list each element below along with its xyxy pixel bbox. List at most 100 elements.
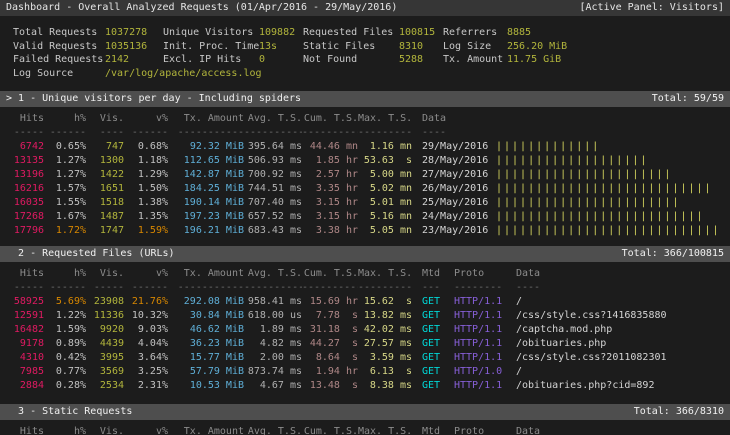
col-hpct: h% bbox=[44, 112, 86, 126]
bar-chart: |||||||||||||||||||||| bbox=[490, 168, 730, 182]
col-avg: 2.00 ms bbox=[244, 351, 302, 365]
table-row[interactable]: 131351.27%13001.18%112.65 MiB506.93 ms1.… bbox=[8, 154, 730, 168]
col-hpct: 1.67% bbox=[44, 210, 86, 224]
col-vis: 1747 bbox=[86, 224, 124, 238]
goaccess-dashboard: Dashboard - Overall Analyzed Requests (0… bbox=[0, 0, 730, 435]
col-hpct: 0.42% bbox=[44, 351, 86, 365]
summary-value: 5288 bbox=[399, 53, 443, 67]
col-hpct: ------ bbox=[44, 126, 86, 140]
table-row[interactable]: 91780.89%44394.04%36.23 MiB4.82 ms44.27 … bbox=[8, 337, 730, 351]
col-max: ---------- bbox=[358, 281, 412, 295]
panel-header-requested-files[interactable]: 2 - Requested Files (URLs) Total: 366/10… bbox=[0, 246, 730, 262]
summary-value: 0 bbox=[259, 53, 303, 67]
col-proto: HTTP/1.0 bbox=[448, 365, 506, 379]
col-cum: Cum. T.S. bbox=[302, 267, 358, 281]
col-proto: Proto bbox=[448, 425, 506, 435]
table-row[interactable]: 79850.77%35693.25%57.79 MiB873.74 ms1.94… bbox=[8, 365, 730, 379]
static-requests-table: Hitsh%Vis.v%Tx. AmountAvg. T.S.Cum. T.S.… bbox=[0, 420, 730, 435]
table-row[interactable]: 28840.28%25342.31%10.53 MiB4.67 ms13.48 … bbox=[8, 379, 730, 393]
col-max: 5.01 mn bbox=[358, 196, 412, 210]
col-vis: Vis. bbox=[86, 425, 124, 435]
col-data: /css/style.css?1416835880 bbox=[506, 309, 730, 323]
col-vis: Vis. bbox=[86, 267, 124, 281]
col-hits: 7985 bbox=[8, 365, 44, 379]
table-row[interactable]: 177961.72%17471.59%196.21 MiB683.43 ms3.… bbox=[8, 224, 730, 238]
col-hits: 16216 bbox=[8, 182, 44, 196]
unique-visitors-per-day-header-underline: ----------------------------------------… bbox=[8, 126, 730, 140]
panel-header-unique-visitors[interactable]: > 1 - Unique visitors per day - Includin… bbox=[0, 91, 730, 107]
col-max: 5.05 mn bbox=[358, 224, 412, 238]
summary-value: 8885 bbox=[507, 26, 730, 40]
summary-label: Static Files bbox=[303, 40, 399, 54]
col-data: ---- bbox=[412, 126, 490, 140]
col-tx: 196.21 MiB bbox=[168, 224, 244, 238]
col-avg: ---------- bbox=[244, 281, 302, 295]
col-mtd: GET bbox=[412, 323, 448, 337]
col-vpct: v% bbox=[124, 267, 168, 281]
col-proto: HTTP/1.1 bbox=[448, 323, 506, 337]
summary-value: 100815 bbox=[399, 26, 443, 40]
col-tx: 15.77 MiB bbox=[168, 351, 244, 365]
panel-total: Total: 59/59 bbox=[652, 91, 724, 107]
table-row[interactable]: 160351.55%15181.38%190.14 MiB707.40 ms3.… bbox=[8, 196, 730, 210]
table-row[interactable]: 131961.27%14221.29%142.87 MiB700.92 ms2.… bbox=[8, 168, 730, 182]
col-tx: ----------- bbox=[168, 281, 244, 295]
col-cum: 13.48 s bbox=[302, 379, 358, 393]
col-tx: 292.08 MiB bbox=[168, 295, 244, 309]
table-row[interactable]: 589255.69%2390821.76%292.08 MiB958.41 ms… bbox=[8, 295, 730, 309]
col-avg: 683.43 ms bbox=[244, 224, 302, 238]
requested-files-table: Hitsh%Vis.v%Tx. AmountAvg. T.S.Cum. T.S.… bbox=[0, 262, 730, 393]
col-hits: 4310 bbox=[8, 351, 44, 365]
col-vis: 9920 bbox=[86, 323, 124, 337]
summary-value: 13s bbox=[259, 40, 303, 54]
col-vpct: 3.25% bbox=[124, 365, 168, 379]
table-row[interactable]: 43100.42%39953.64%15.77 MiB2.00 ms8.64 s… bbox=[8, 351, 730, 365]
col-tx: Tx. Amount bbox=[168, 425, 244, 435]
col-vpct: 1.38% bbox=[124, 196, 168, 210]
col-hits: 9178 bbox=[8, 337, 44, 351]
col-cum: 3.15 hr bbox=[302, 196, 358, 210]
requested-files-column-headers: Hitsh%Vis.v%Tx. AmountAvg. T.S.Cum. T.S.… bbox=[8, 267, 730, 281]
col-data: /captcha.mod.php bbox=[506, 323, 730, 337]
col-cum: ---------- bbox=[302, 126, 358, 140]
col-vpct: 3.64% bbox=[124, 351, 168, 365]
col-tx: Tx. Amount bbox=[168, 267, 244, 281]
col-tx: Tx. Amount bbox=[168, 112, 244, 126]
col-vpct: ------ bbox=[124, 281, 168, 295]
col-data: Data bbox=[506, 425, 730, 435]
col-avg: ---------- bbox=[244, 126, 302, 140]
col-proto: HTTP/1.1 bbox=[448, 295, 506, 309]
col-vpct: 2.31% bbox=[124, 379, 168, 393]
col-cum: 3.15 hr bbox=[302, 210, 358, 224]
table-row[interactable]: 125911.22%1133610.32%30.84 MiB618.00 us7… bbox=[8, 309, 730, 323]
col-data: / bbox=[506, 295, 730, 309]
col-cum: ---------- bbox=[302, 281, 358, 295]
col-mtd: GET bbox=[412, 337, 448, 351]
table-row[interactable]: 172681.67%14871.35%197.23 MiB657.52 ms3.… bbox=[8, 210, 730, 224]
col-cum: 8.64 s bbox=[302, 351, 358, 365]
panel-header-static-requests[interactable]: 3 - Static Requests Total: 366/8310 bbox=[0, 404, 730, 420]
bar-chart: ||||||||||||||||||| bbox=[490, 154, 730, 168]
summary-value: 8310 bbox=[399, 40, 443, 54]
col-hits: 13196 bbox=[8, 168, 44, 182]
summary-value: /var/log/apache/access.log bbox=[105, 67, 163, 81]
col-max: 15.62 s bbox=[358, 295, 412, 309]
col-max: 13.82 ms bbox=[358, 309, 412, 323]
table-row[interactable]: 67420.65%7470.68%92.32 MiB395.64 ms44.46… bbox=[8, 140, 730, 154]
table-row[interactable]: 164821.59%99209.03%46.62 MiB1.89 ms31.18… bbox=[8, 323, 730, 337]
col-hpct: 0.28% bbox=[44, 379, 86, 393]
col-avg: 395.64 ms bbox=[244, 140, 302, 154]
col-avg: 657.52 ms bbox=[244, 210, 302, 224]
col-avg: 873.74 ms bbox=[244, 365, 302, 379]
col-max: Max. T.S. bbox=[358, 425, 412, 435]
panel-title: 2 - Requested Files (URLs) bbox=[6, 246, 175, 262]
table-row[interactable]: 162161.57%16511.50%184.25 MiB744.51 ms3.… bbox=[8, 182, 730, 196]
col-vpct: 1.50% bbox=[124, 182, 168, 196]
col-vis: 1651 bbox=[86, 182, 124, 196]
summary-label: Tx. Amount bbox=[443, 53, 507, 67]
col-cum: 1.85 hr bbox=[302, 154, 358, 168]
col-data: /css/style.css?2011082301 bbox=[506, 351, 730, 365]
panel-title: 3 - Static Requests bbox=[6, 404, 132, 420]
col-max: 8.38 ms bbox=[358, 379, 412, 393]
col-vis: 4439 bbox=[86, 337, 124, 351]
